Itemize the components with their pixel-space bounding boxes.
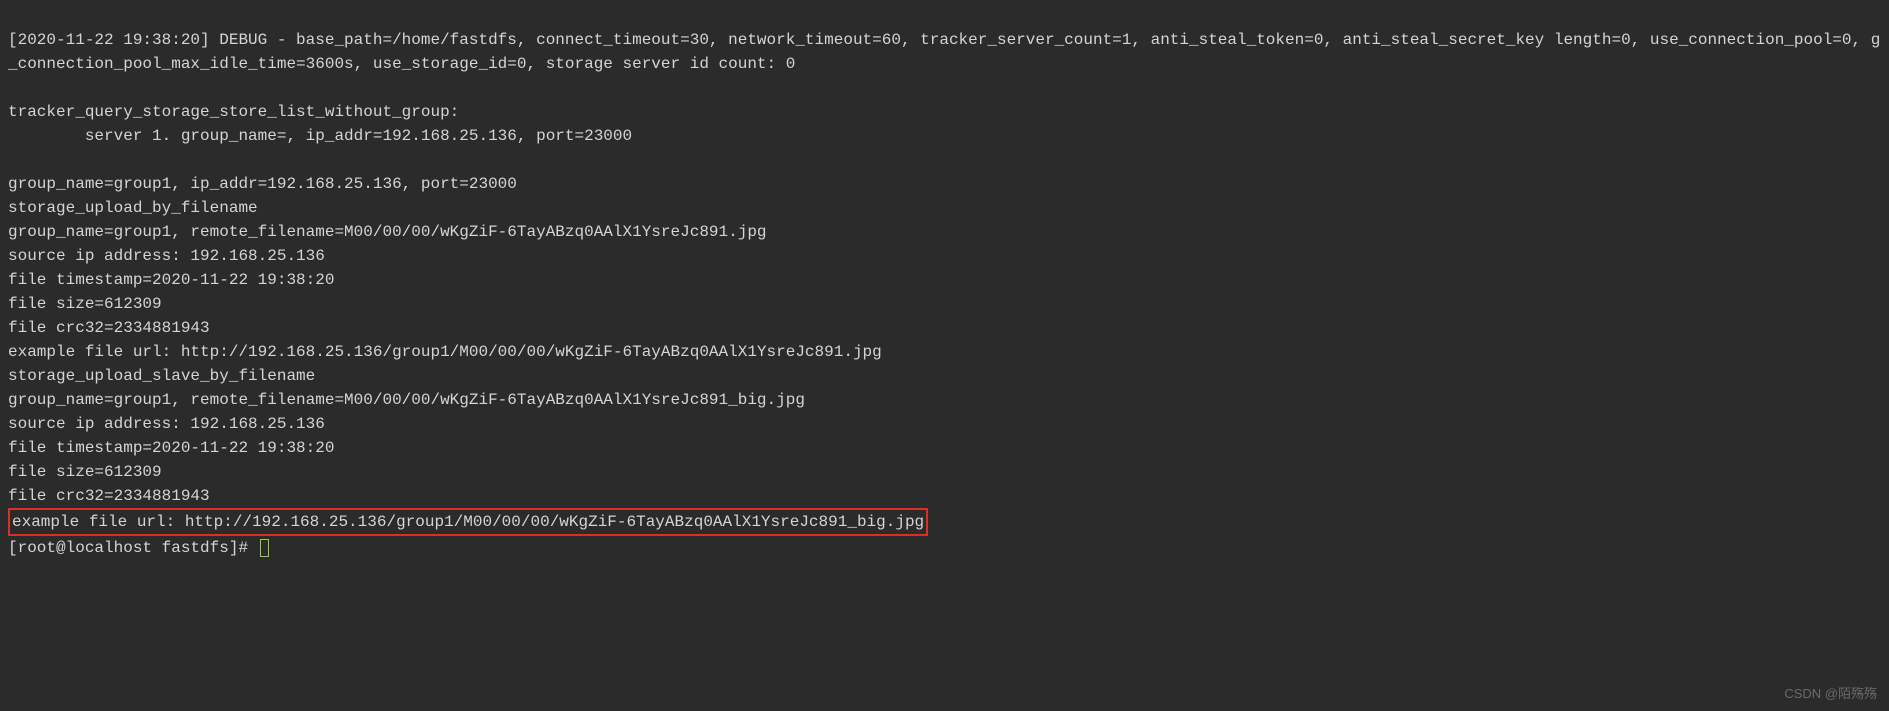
log-line: server 1. group_name=, ip_addr=192.168.2… xyxy=(8,127,632,145)
log-line: file crc32=2334881943 xyxy=(8,319,210,337)
log-line: file timestamp=2020-11-22 19:38:20 xyxy=(8,271,334,289)
highlighted-url-line: example file url: http://192.168.25.136/… xyxy=(8,508,928,536)
log-line: group_name=group1, remote_filename=M00/0… xyxy=(8,391,805,409)
log-line: source ip address: 192.168.25.136 xyxy=(8,415,325,433)
log-line: file size=612309 xyxy=(8,463,162,481)
log-line: group_name=group1, ip_addr=192.168.25.13… xyxy=(8,175,517,193)
log-line: storage_upload_slave_by_filename xyxy=(8,367,315,385)
prompt-text: [root@localhost fastdfs]# xyxy=(8,536,258,560)
log-line: file crc32=2334881943 xyxy=(8,487,210,505)
prompt-line[interactable]: [root@localhost fastdfs]# xyxy=(8,536,1881,560)
log-line: group_name=group1, remote_filename=M00/0… xyxy=(8,223,767,241)
terminal-output[interactable]: [2020-11-22 19:38:20] DEBUG - base_path=… xyxy=(8,4,1881,560)
log-line: example file url: http://192.168.25.136/… xyxy=(8,343,882,361)
log-line: storage_upload_by_filename xyxy=(8,199,258,217)
log-line: source ip address: 192.168.25.136 xyxy=(8,247,325,265)
log-line: file size=612309 xyxy=(8,295,162,313)
log-line: file timestamp=2020-11-22 19:38:20 xyxy=(8,439,334,457)
cursor-icon xyxy=(260,539,269,557)
log-line: [2020-11-22 19:38:20] DEBUG - base_path=… xyxy=(8,31,1880,73)
watermark: CSDN @陌殇殇 xyxy=(1784,684,1877,704)
log-line: tracker_query_storage_store_list_without… xyxy=(8,103,469,121)
